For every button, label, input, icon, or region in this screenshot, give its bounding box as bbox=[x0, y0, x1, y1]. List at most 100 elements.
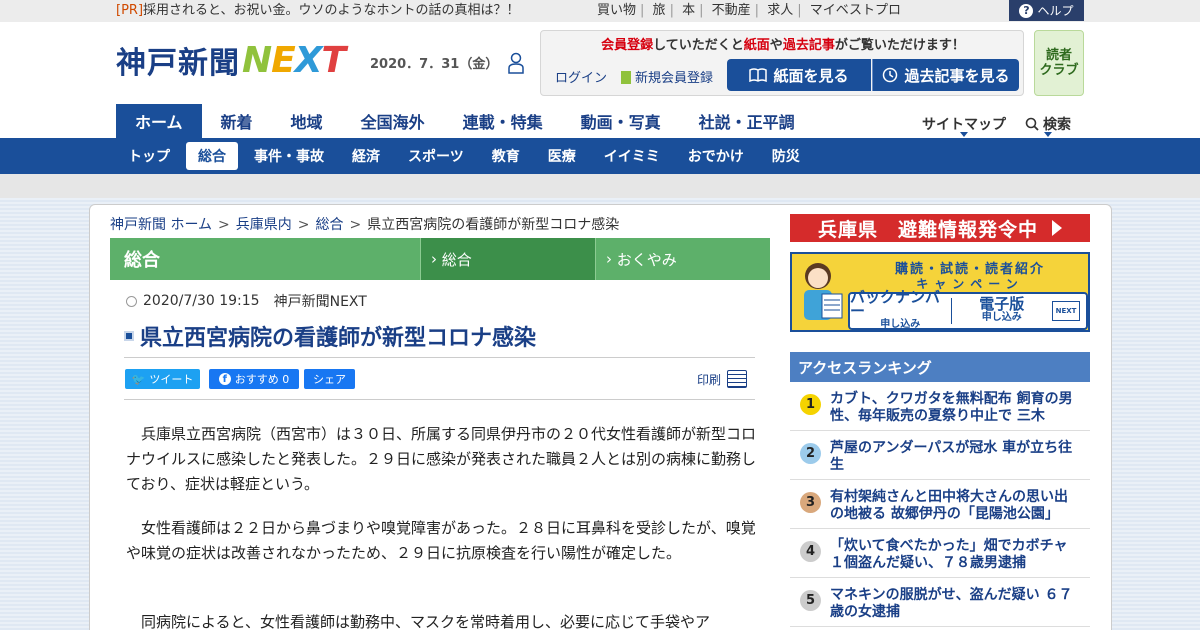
caret-down-icon bbox=[960, 132, 968, 137]
subnav-economy[interactable]: 経済 bbox=[340, 142, 392, 170]
top-link-books[interactable]: 本 bbox=[682, 3, 695, 18]
site-logo[interactable]: 神戸新聞 NEXT bbox=[116, 38, 346, 82]
evacuation-alert-banner[interactable]: 兵庫県 避難情報発令中 bbox=[790, 214, 1090, 242]
nav-series[interactable]: 連載・特集 bbox=[444, 104, 562, 138]
book-icon bbox=[749, 68, 768, 82]
bullet-icon bbox=[124, 331, 134, 341]
article-paragraph: 同病院によると、女性看護師は勤務中、マスクを常時着用し、必要に応じて手袋やア bbox=[141, 613, 710, 630]
subnav-medical[interactable]: 医療 bbox=[536, 142, 588, 170]
divider: | bbox=[669, 3, 674, 18]
ranking-item[interactable]: 1 カブト、クワガタを無料配布 飼育の男性、毎年販売の夏祭り中止で 三木 bbox=[790, 382, 1090, 431]
new-member-link[interactable]: 新規会員登録 bbox=[621, 67, 713, 86]
section-bar: 総合 › 総合 › おくやみ bbox=[110, 238, 770, 280]
current-date: 2020．7．31（金） bbox=[370, 57, 499, 72]
pr-link[interactable]: [PR]採用されると、お祝い金。ウソのようなホントの話の真相は？！ bbox=[116, 3, 520, 19]
section-tab-obituaries[interactable]: › おくやみ bbox=[595, 238, 770, 280]
reader-illustration bbox=[804, 263, 843, 320]
sitemap-link[interactable]: サイトマップ bbox=[922, 114, 1006, 137]
top-link-travel[interactable]: 旅 bbox=[653, 3, 666, 18]
article-meta: 2020/7/30 19:15 神戸新聞NEXT bbox=[126, 291, 367, 311]
rank-number: 4 bbox=[800, 541, 821, 562]
top-link-jobs[interactable]: 求人 bbox=[767, 3, 793, 18]
article-paragraph: 女性看護師は２２日から鼻づまりや嗅覚障害があった。２８日に耳鼻科を受診したが、嗅… bbox=[126, 519, 756, 562]
article-datetime: 2020/7/30 19:15 bbox=[143, 293, 260, 309]
subnav-education[interactable]: 教育 bbox=[480, 142, 532, 170]
sub-nav-bar: トップ 総合 事件・事故 経済 スポーツ 教育 医療 イイミミ おでかけ 防災 bbox=[0, 138, 1200, 174]
subscription-campaign-banner[interactable]: 購読・試読・読者紹介 キャンペーン バックナンバー 申し込み 電子版 申し込み NE… bbox=[790, 252, 1090, 332]
past-articles-button[interactable]: 過去記事を見る bbox=[872, 59, 1019, 91]
view-paper-button[interactable]: 紙面を見る bbox=[727, 59, 871, 91]
ranking-list: 1 カブト、クワガタを無料配布 飼育の男性、毎年販売の夏祭り中止で 三木 2 芦屋の… bbox=[790, 382, 1090, 627]
logo-text: 神戸新聞 bbox=[116, 46, 240, 81]
search-icon bbox=[1025, 117, 1039, 131]
rank-number: 5 bbox=[800, 590, 821, 611]
digital-option[interactable]: 電子版 申し込み bbox=[952, 294, 1053, 328]
section-tab-general[interactable]: › 総合 bbox=[420, 238, 595, 280]
main-nav: ホーム 新着 地域 全国海外 連載・特集 動画・写真 社説・正平調 bbox=[116, 104, 814, 138]
top-link-realestate[interactable]: 不動産 bbox=[712, 3, 751, 18]
ranking-title: アクセスランキング bbox=[790, 352, 1090, 382]
breadcrumb: 神戸新聞 ホーム > 兵庫県内 > 総合 > 県立西宮病院の看護師が新型コロナ感染 bbox=[110, 217, 620, 233]
facebook-icon: f bbox=[218, 373, 231, 385]
reader-club-button[interactable]: 読者 クラブ bbox=[1034, 30, 1084, 96]
top-links: 買い物 | 旅 | 本 | 不動産 | 求人 | マイベストプロ bbox=[597, 3, 901, 19]
breadcrumb-hyogo[interactable]: 兵庫県内 bbox=[236, 217, 292, 233]
nav-editorial[interactable]: 社説・正平調 bbox=[680, 104, 814, 138]
ranking-text: 「炊いて食べたかった」畑でカボチャ１個盗んだ疑い、７８歳男逮捕 bbox=[830, 538, 1068, 571]
nav-home[interactable]: ホーム bbox=[116, 104, 202, 138]
print-button[interactable]: 印刷 bbox=[697, 370, 748, 388]
clock-icon bbox=[883, 67, 898, 83]
help-button[interactable]: ? ヘルプ bbox=[1009, 0, 1084, 21]
tweet-button[interactable]: 🐦 ツイート bbox=[125, 369, 200, 389]
top-link-mybestpro[interactable]: マイベストプロ bbox=[810, 3, 901, 18]
section-title: 総合 bbox=[124, 250, 160, 271]
divider: | bbox=[754, 3, 760, 18]
top-link-shopping[interactable]: 買い物 bbox=[597, 3, 636, 18]
breadcrumb-general[interactable]: 総合 bbox=[316, 217, 344, 233]
laptop-icon: NEXT bbox=[1052, 301, 1080, 321]
subnav-incidents[interactable]: 事件・事故 bbox=[242, 142, 336, 170]
member-message: 会員登録していただくと紙面や過去記事がご覧いただけます！ bbox=[601, 38, 965, 53]
ad-strip bbox=[0, 174, 1200, 198]
pr-tag: [PR] bbox=[116, 3, 144, 18]
ranking-text: 有村架純さんと田中将大さんの思い出の地被る 故郷伊丹の「昆陽池公園」 bbox=[830, 489, 1068, 522]
nav-national[interactable]: 全国海外 bbox=[342, 104, 444, 138]
facebook-share-button[interactable]: シェア bbox=[304, 369, 355, 389]
bookmark-icon bbox=[621, 71, 631, 84]
facebook-recommend-button[interactable]: f おすすめ 0 bbox=[209, 369, 299, 389]
caret-down-icon bbox=[1044, 132, 1052, 137]
subnav-top[interactable]: トップ bbox=[116, 142, 182, 170]
divider bbox=[124, 357, 755, 358]
top-bar: [PR]採用されると、お祝い金。ウソのようなホントの話の真相は？！ 買い物 | 旅… bbox=[0, 0, 1200, 22]
nav-latest[interactable]: 新着 bbox=[202, 104, 272, 138]
member-box: 会員登録していただくと紙面や過去記事がご覧いただけます！ ログイン 新規会員登録… bbox=[540, 30, 1024, 96]
nav-region[interactable]: 地域 bbox=[272, 104, 342, 138]
article-source: 神戸新聞NEXT bbox=[273, 294, 367, 310]
ranking-item[interactable]: 2 芦屋のアンダーパスが冠水 車が立ち往生 bbox=[790, 431, 1090, 480]
logo-next: NEXT bbox=[242, 39, 346, 81]
divider: | bbox=[640, 3, 645, 18]
rank-number: 2 bbox=[800, 443, 821, 464]
nav-video[interactable]: 動画・写真 bbox=[562, 104, 680, 138]
backnumber-option[interactable]: バックナンバー 申し込み bbox=[850, 290, 951, 331]
breadcrumb-home[interactable]: 神戸新聞 ホーム bbox=[110, 217, 212, 233]
pr-text: 採用されると、お祝い金。ウソのようなホントの話の真相は？！ bbox=[143, 3, 520, 18]
subnav-iimimi[interactable]: イイミミ bbox=[592, 142, 672, 170]
subnav-general[interactable]: 総合 bbox=[186, 142, 238, 170]
subnav-sports[interactable]: スポーツ bbox=[396, 142, 476, 170]
search-link[interactable]: 検索 bbox=[1025, 114, 1071, 137]
rank-number: 1 bbox=[800, 394, 821, 415]
ranking-text: カブト、クワガタを無料配布 飼育の男性、毎年販売の夏祭り中止で 三木 bbox=[830, 391, 1073, 424]
arrow-right-icon bbox=[1052, 220, 1062, 236]
divider: | bbox=[699, 3, 704, 18]
breadcrumb-current: 県立西宮病院の看護師が新型コロナ感染 bbox=[367, 217, 620, 233]
ranking-text: マネキンの服脱がせ、盗んだ疑い ６７歳の女逮捕 bbox=[830, 587, 1073, 620]
user-icon[interactable] bbox=[508, 52, 524, 74]
subnav-disaster[interactable]: 防災 bbox=[760, 142, 812, 170]
ranking-item[interactable]: 5 マネキンの服脱がせ、盗んだ疑い ６７歳の女逮捕 bbox=[790, 578, 1090, 627]
ranking-item[interactable]: 3 有村架純さんと田中将大さんの思い出の地被る 故郷伊丹の「昆陽池公園」 bbox=[790, 480, 1090, 529]
login-link[interactable]: ログイン bbox=[555, 67, 607, 86]
subnav-outings[interactable]: おでかけ bbox=[676, 142, 756, 170]
ranking-item[interactable]: 4 「炊いて食べたかった」畑でカボチャ１個盗んだ疑い、７８歳男逮捕 bbox=[790, 529, 1090, 578]
rank-number: 3 bbox=[800, 492, 821, 513]
